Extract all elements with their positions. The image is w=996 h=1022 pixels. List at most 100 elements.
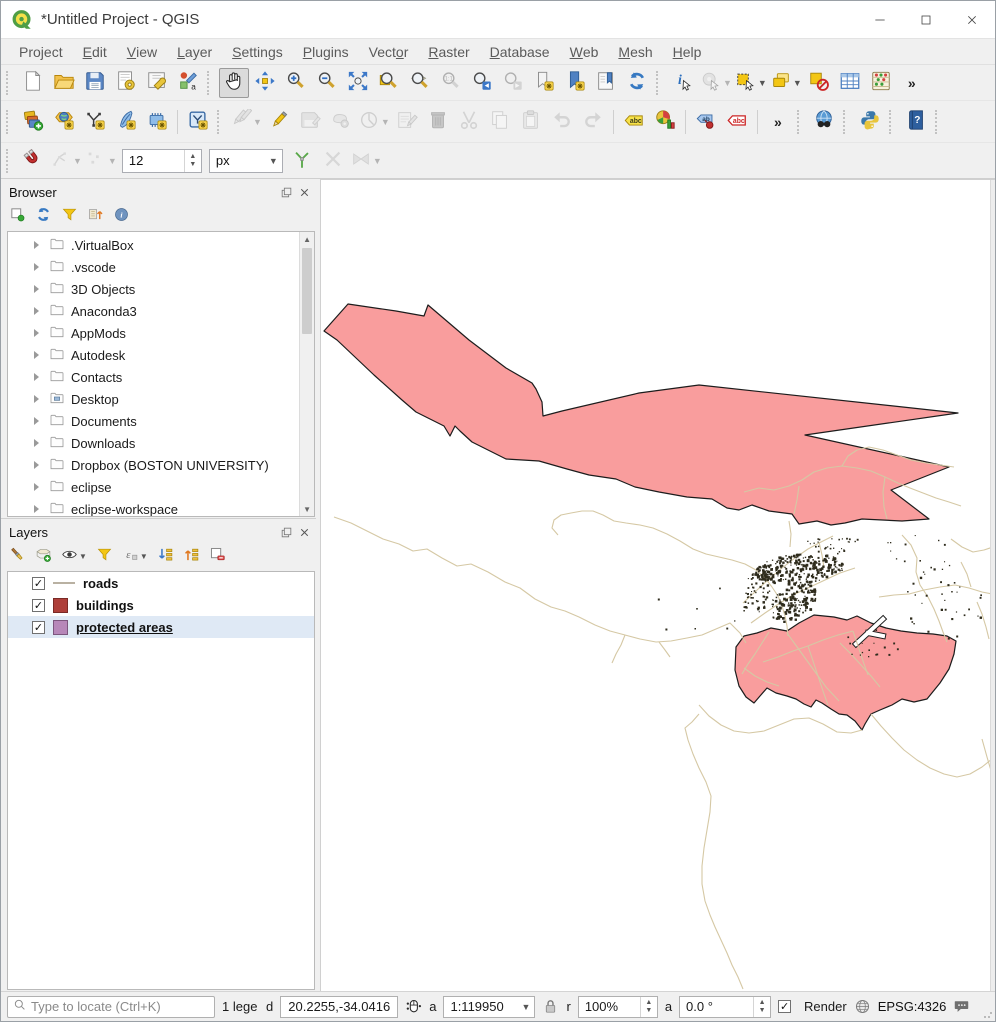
layers-close-button[interactable] <box>297 525 312 540</box>
expand-chevron-icon[interactable] <box>34 505 39 513</box>
select-features-button[interactable]: ▼ <box>734 68 768 98</box>
browser-item-6[interactable]: Contacts <box>8 366 314 388</box>
browser-item-2[interactable]: 3D Objects <box>8 278 314 300</box>
toolbar-grip[interactable] <box>935 110 943 134</box>
layer-row-roads[interactable]: ✓roads <box>8 572 314 594</box>
toolbar-grip[interactable] <box>889 110 897 134</box>
open-project-button[interactable] <box>49 68 79 98</box>
scrollbar-thumb[interactable] <box>302 248 312 334</box>
open-layer-styling-button[interactable] <box>9 546 26 566</box>
rotation-spinbox[interactable]: 0.0 ° ▲▼ <box>679 996 771 1018</box>
browser-float-button[interactable] <box>279 185 294 200</box>
expand-all-button[interactable] <box>157 546 174 566</box>
menu-database[interactable]: Database <box>480 39 560 65</box>
stepper-icon[interactable]: ▲▼ <box>184 150 201 172</box>
open-attribute-table-button[interactable] <box>835 68 865 98</box>
browser-item-1[interactable]: .vscode <box>8 256 314 278</box>
help-button[interactable]: ? <box>901 107 931 137</box>
enable-tracing-button[interactable] <box>287 146 317 176</box>
expand-chevron-icon[interactable] <box>34 263 39 271</box>
close-button[interactable] <box>949 1 995 39</box>
render-checkbox[interactable]: ✓ Render <box>778 999 847 1014</box>
zoom-to-selection-button[interactable] <box>374 68 404 98</box>
menu-view[interactable]: View <box>117 39 167 65</box>
add-group-button[interactable] <box>35 546 52 566</box>
expand-chevron-icon[interactable] <box>34 373 39 381</box>
lock-scale-icon[interactable] <box>542 998 559 1015</box>
enable-snapping-button[interactable] <box>18 146 48 176</box>
expand-chevron-icon[interactable] <box>34 439 39 447</box>
scale-combo[interactable]: 1:119950 ▼ <box>443 996 535 1018</box>
expand-chevron-icon[interactable] <box>34 395 39 403</box>
menu-project[interactable]: Project <box>9 39 73 65</box>
menu-web[interactable]: Web <box>560 39 609 65</box>
menu-plugins[interactable]: Plugins <box>293 39 359 65</box>
layer-checkbox[interactable]: ✓ <box>32 577 45 590</box>
menu-layer[interactable]: Layer <box>167 39 222 65</box>
toolbar-grip[interactable] <box>6 110 14 134</box>
browser-item-5[interactable]: Autodesk <box>8 344 314 366</box>
remove-layer-button[interactable] <box>209 546 226 566</box>
layer-checkbox[interactable]: ✓ <box>32 621 45 634</box>
style-manager-button[interactable]: a <box>173 68 203 98</box>
toggle-editing-button[interactable] <box>264 107 294 137</box>
save-project-button[interactable] <box>80 68 110 98</box>
chevron-down-icon[interactable]: ▼ <box>517 997 534 1017</box>
zoom-to-layer-button[interactable] <box>405 68 435 98</box>
toolbar-grip[interactable] <box>6 149 14 173</box>
scroll-up-icon[interactable]: ▲ <box>300 232 314 246</box>
browser-item-7[interactable]: Desktop <box>8 388 314 410</box>
browser-item-0[interactable]: .VirtualBox <box>8 234 314 256</box>
properties-widget-button[interactable]: i <box>113 206 130 226</box>
snap-unit-combo[interactable]: px▼ <box>209 149 283 173</box>
new-project-button[interactable] <box>18 68 48 98</box>
expand-chevron-icon[interactable] <box>34 307 39 315</box>
highlight-labels-button[interactable]: abc <box>722 107 752 137</box>
show-bookmarks-button[interactable] <box>591 68 621 98</box>
refresh-map-button[interactable] <box>622 68 652 98</box>
expand-chevron-icon[interactable] <box>34 483 39 491</box>
expand-chevron-icon[interactable] <box>34 285 39 293</box>
extents-toggle-icon[interactable] <box>405 998 422 1015</box>
show-layout-manager-button[interactable] <box>142 68 172 98</box>
menu-settings[interactable]: Settings <box>222 39 293 65</box>
expand-chevron-icon[interactable] <box>34 461 39 469</box>
collapse-all-button[interactable] <box>87 206 104 226</box>
pin-labels-button[interactable]: ab <box>691 107 721 137</box>
scroll-down-icon[interactable]: ▼ <box>300 502 314 516</box>
zoom-in-button[interactable] <box>281 68 311 98</box>
toolbar-grip[interactable] <box>217 110 225 134</box>
expand-chevron-icon[interactable] <box>34 241 39 249</box>
menu-vector[interactable]: Vector <box>359 39 419 65</box>
filter-browser-button[interactable] <box>61 206 78 226</box>
new-bookmark-button[interactable] <box>529 68 559 98</box>
browser-item-4[interactable]: AppMods <box>8 322 314 344</box>
layer-row-buildings[interactable]: ✓buildings <box>8 594 314 616</box>
toolbar-grip[interactable] <box>656 71 664 95</box>
pan-to-selection-button[interactable] <box>250 68 280 98</box>
toolbar-overflow-2[interactable]: » <box>763 107 793 137</box>
layers-float-button[interactable] <box>279 525 294 540</box>
manage-visibility-button[interactable]: ▼ <box>61 546 87 566</box>
browser-scrollbar[interactable]: ▲ ▼ <box>299 232 314 516</box>
new-shapefile-layer-button[interactable] <box>183 107 213 137</box>
zoom-out-button[interactable] <box>312 68 342 98</box>
add-spatialite-layer-button[interactable] <box>49 107 79 137</box>
messages-bubble-icon[interactable] <box>953 998 970 1015</box>
filter-legend-button[interactable] <box>96 546 113 566</box>
menu-edit[interactable]: Edit <box>73 39 117 65</box>
menu-help[interactable]: Help <box>663 39 712 65</box>
minimize-button[interactable] <box>857 1 903 39</box>
resize-grip[interactable] <box>983 1009 993 1019</box>
zoom-full-button[interactable] <box>343 68 373 98</box>
crs-globe-icon[interactable] <box>854 998 871 1015</box>
edit-bookmark-button[interactable] <box>560 68 590 98</box>
browser-item-11[interactable]: eclipse <box>8 476 314 498</box>
browser-item-8[interactable]: Documents <box>8 410 314 432</box>
coordinate-input[interactable]: 20.2255,-34.0416 <box>280 996 398 1018</box>
refresh-browser-button[interactable] <box>35 206 52 226</box>
locator-search-input[interactable]: Type to locate (Ctrl+K) <box>7 996 215 1018</box>
filter-by-expression-button[interactable]: ε▼ <box>122 546 148 566</box>
layer-row-protected-areas[interactable]: ✓protected areas <box>8 616 314 638</box>
browser-item-10[interactable]: Dropbox (BOSTON UNIVERSITY) <box>8 454 314 476</box>
